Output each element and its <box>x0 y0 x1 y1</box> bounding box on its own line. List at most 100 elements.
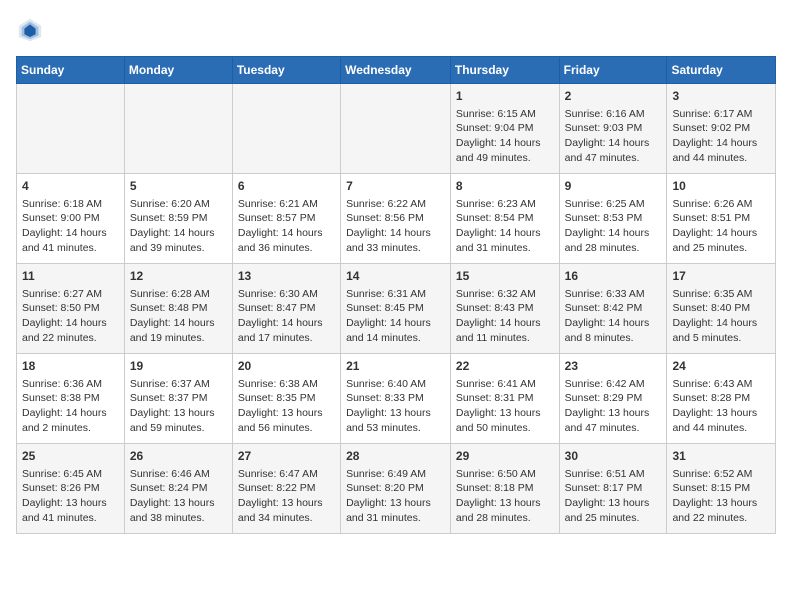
day-info: and 36 minutes. <box>238 241 335 256</box>
day-info: Daylight: 13 hours <box>672 406 770 421</box>
day-info: Daylight: 13 hours <box>672 496 770 511</box>
day-info: Sunset: 9:04 PM <box>456 121 554 136</box>
day-info: and 44 minutes. <box>672 421 770 436</box>
calendar-header-row: SundayMondayTuesdayWednesdayThursdayFrid… <box>17 57 776 84</box>
day-info: Sunset: 8:18 PM <box>456 481 554 496</box>
day-info: and 39 minutes. <box>130 241 227 256</box>
day-info: Daylight: 13 hours <box>346 406 445 421</box>
day-info: Daylight: 14 hours <box>22 226 119 241</box>
calendar-cell <box>341 84 451 174</box>
day-info: Daylight: 14 hours <box>22 406 119 421</box>
day-info: and 49 minutes. <box>456 151 554 166</box>
day-info: Sunset: 8:15 PM <box>672 481 770 496</box>
calendar-cell: 18Sunrise: 6:36 AMSunset: 8:38 PMDayligh… <box>17 354 125 444</box>
day-info: Sunrise: 6:17 AM <box>672 107 770 122</box>
day-info: Sunrise: 6:35 AM <box>672 287 770 302</box>
calendar-cell: 21Sunrise: 6:40 AMSunset: 8:33 PMDayligh… <box>341 354 451 444</box>
day-number: 22 <box>456 358 554 375</box>
day-info: Daylight: 13 hours <box>565 406 662 421</box>
day-info: Daylight: 14 hours <box>346 226 445 241</box>
day-info: Daylight: 14 hours <box>130 226 227 241</box>
day-number: 4 <box>22 178 119 195</box>
day-number: 18 <box>22 358 119 375</box>
day-number: 28 <box>346 448 445 465</box>
day-number: 1 <box>456 88 554 105</box>
day-header-thursday: Thursday <box>450 57 559 84</box>
day-info: and 25 minutes. <box>672 241 770 256</box>
day-info: Sunrise: 6:52 AM <box>672 467 770 482</box>
calendar-cell: 13Sunrise: 6:30 AMSunset: 8:47 PMDayligh… <box>232 264 340 354</box>
day-number: 11 <box>22 268 119 285</box>
day-info: Sunset: 8:24 PM <box>130 481 227 496</box>
day-info: and 11 minutes. <box>456 331 554 346</box>
day-info: and 44 minutes. <box>672 151 770 166</box>
day-info: and 19 minutes. <box>130 331 227 346</box>
day-info: and 22 minutes. <box>672 511 770 526</box>
day-header-tuesday: Tuesday <box>232 57 340 84</box>
day-info: Sunset: 8:28 PM <box>672 391 770 406</box>
day-info: and 59 minutes. <box>130 421 227 436</box>
logo <box>16 16 48 44</box>
calendar-cell: 12Sunrise: 6:28 AMSunset: 8:48 PMDayligh… <box>124 264 232 354</box>
day-info: and 31 minutes. <box>456 241 554 256</box>
day-info: Sunset: 8:48 PM <box>130 301 227 316</box>
day-info: and 41 minutes. <box>22 241 119 256</box>
calendar-cell: 16Sunrise: 6:33 AMSunset: 8:42 PMDayligh… <box>559 264 667 354</box>
day-info: Sunrise: 6:50 AM <box>456 467 554 482</box>
day-number: 24 <box>672 358 770 375</box>
calendar-week-2: 4Sunrise: 6:18 AMSunset: 9:00 PMDaylight… <box>17 174 776 264</box>
calendar-table: SundayMondayTuesdayWednesdayThursdayFrid… <box>16 56 776 534</box>
day-info: Sunset: 8:40 PM <box>672 301 770 316</box>
day-info: and 5 minutes. <box>672 331 770 346</box>
day-number: 2 <box>565 88 662 105</box>
day-number: 10 <box>672 178 770 195</box>
day-info: Daylight: 13 hours <box>565 496 662 511</box>
day-info: Sunrise: 6:31 AM <box>346 287 445 302</box>
day-info: Daylight: 13 hours <box>22 496 119 511</box>
calendar-cell <box>124 84 232 174</box>
day-info: Sunset: 9:00 PM <box>22 211 119 226</box>
day-info: Daylight: 13 hours <box>130 406 227 421</box>
calendar-cell: 24 Sunrise: 6:43 AMSunset: 8:28 PMDayligh… <box>667 354 776 444</box>
day-info: and 47 minutes. <box>565 421 662 436</box>
day-info: Sunrise: 6:28 AM <box>130 287 227 302</box>
day-info: Daylight: 14 hours <box>238 316 335 331</box>
day-info: Sunrise: 6:45 AM <box>22 467 119 482</box>
day-info: Daylight: 14 hours <box>672 136 770 151</box>
day-number: 23 <box>565 358 662 375</box>
logo-icon <box>16 16 44 44</box>
day-info: and 31 minutes. <box>346 511 445 526</box>
calendar-cell: 27Sunrise: 6:47 AMSunset: 8:22 PMDayligh… <box>232 444 340 534</box>
day-info: Sunrise: 6:43 AM <box>672 377 770 392</box>
day-info: Sunrise: 6:33 AM <box>565 287 662 302</box>
calendar-cell <box>17 84 125 174</box>
calendar-cell: 15Sunrise: 6:32 AMSunset: 8:43 PMDayligh… <box>450 264 559 354</box>
day-info: Daylight: 14 hours <box>130 316 227 331</box>
day-info: Daylight: 14 hours <box>565 226 662 241</box>
calendar-cell: 1Sunrise: 6:15 AMSunset: 9:04 PMDaylight… <box>450 84 559 174</box>
day-number: 13 <box>238 268 335 285</box>
calendar-cell: 25Sunrise: 6:45 AMSunset: 8:26 PMDayligh… <box>17 444 125 534</box>
day-info: and 2 minutes. <box>22 421 119 436</box>
day-info: Daylight: 13 hours <box>456 496 554 511</box>
day-info: and 34 minutes. <box>238 511 335 526</box>
day-info: Daylight: 13 hours <box>346 496 445 511</box>
day-info: and 17 minutes. <box>238 331 335 346</box>
day-info: Sunset: 8:17 PM <box>565 481 662 496</box>
day-info: Sunrise: 6:26 AM <box>672 197 770 212</box>
day-number: 14 <box>346 268 445 285</box>
day-info: Sunset: 8:50 PM <box>22 301 119 316</box>
day-info: Sunrise: 6:30 AM <box>238 287 335 302</box>
calendar-cell: 10Sunrise: 6:26 AMSunset: 8:51 PMDayligh… <box>667 174 776 264</box>
calendar-cell: 4Sunrise: 6:18 AMSunset: 9:00 PMDaylight… <box>17 174 125 264</box>
day-info: Daylight: 13 hours <box>238 406 335 421</box>
calendar-week-3: 11Sunrise: 6:27 AMSunset: 8:50 PMDayligh… <box>17 264 776 354</box>
day-info: Sunrise: 6:47 AM <box>238 467 335 482</box>
calendar-week-4: 18Sunrise: 6:36 AMSunset: 8:38 PMDayligh… <box>17 354 776 444</box>
calendar-cell: 19Sunrise: 6:37 AMSunset: 8:37 PMDayligh… <box>124 354 232 444</box>
day-info: Daylight: 13 hours <box>130 496 227 511</box>
day-number: 19 <box>130 358 227 375</box>
day-number: 27 <box>238 448 335 465</box>
day-info: Sunset: 8:53 PM <box>565 211 662 226</box>
day-info: Sunrise: 6:22 AM <box>346 197 445 212</box>
